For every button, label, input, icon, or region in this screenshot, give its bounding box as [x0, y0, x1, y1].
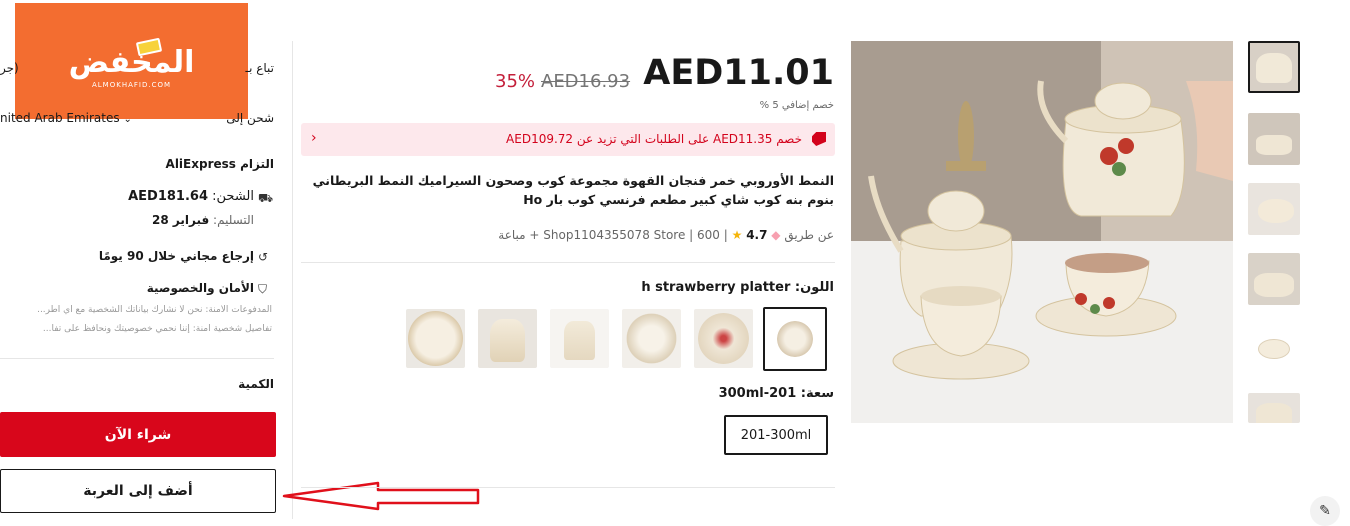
- teaset-illustration: [851, 41, 1233, 423]
- free-return: إرجاع مجاني خلال 90 يومًا: [98, 249, 254, 263]
- thumbnail-2[interactable]: [1248, 113, 1300, 165]
- sold-by-label: تباع بـ: [245, 61, 274, 75]
- panel-divider: [0, 358, 274, 359]
- thumbnail-5[interactable]: [1248, 323, 1300, 375]
- color-swatch-5[interactable]: [478, 309, 537, 368]
- truck-icon: ⛟: [258, 191, 274, 205]
- capacity-row: سعة: 201-300ml: [719, 386, 834, 401]
- thumbnail-3[interactable]: [1248, 183, 1300, 235]
- chevron-down-icon: ⌄: [123, 114, 132, 125]
- rating-value: 4.7: [746, 228, 768, 242]
- current-price: AED11.01: [643, 53, 834, 93]
- color-swatch-1[interactable]: [763, 307, 827, 371]
- thumbnail-6[interactable]: [1248, 393, 1300, 423]
- thumbnail-1[interactable]: [1248, 41, 1300, 93]
- color-row: اللون: h strawberry platter: [641, 280, 834, 295]
- color-swatch-2[interactable]: [694, 309, 753, 368]
- discount-percent: 35%: [495, 71, 536, 92]
- shield-icon: ⛉: [258, 282, 268, 296]
- sold-by-extra: (جر: [0, 61, 19, 75]
- ship-to-value: nited Arab Emirates: [0, 111, 120, 125]
- shipping-label: الشحن:: [212, 189, 254, 204]
- color-value: h strawberry platter: [641, 280, 791, 295]
- section-divider: [301, 262, 835, 263]
- sold-count: 600: [697, 228, 720, 242]
- security-line-1: المدفوعات الآمنة: نحن لا نشارك بياناتك ا…: [37, 305, 272, 315]
- edit-icon[interactable]: ✎: [1310, 496, 1340, 526]
- store-info: عن طريق ◆ Shop1104355078 Store | 600 | ★…: [498, 228, 834, 242]
- capacity-option[interactable]: 201-300ml: [724, 415, 828, 455]
- color-swatch-3[interactable]: [622, 309, 681, 368]
- delivery-row: التسليم: فبراير 28: [152, 213, 254, 227]
- red-arrow-annotation: [282, 481, 480, 511]
- store-name-link[interactable]: Shop1104355078 Store: [543, 228, 685, 242]
- star-icon: ★: [731, 228, 743, 242]
- security-title: الأمان والخصوصية: [146, 281, 254, 295]
- coupon-text: خصم AED11.35 على الطلبات التي تزيد عن AE…: [506, 132, 802, 146]
- capacity-label: سعة:: [800, 386, 834, 401]
- extra-discount: خصم إضافي 5 %: [759, 100, 834, 111]
- commitment-brand: AliExpress: [165, 157, 236, 171]
- delivery-value: فبراير 28: [152, 213, 210, 227]
- ship-to-selector[interactable]: nited Arab Emirates ⌄: [0, 111, 132, 125]
- commitment-row: التزام AliExpress: [166, 157, 274, 171]
- store-badge-icon: ◆: [771, 228, 781, 242]
- add-to-cart-button[interactable]: أضف إلى العربة: [0, 469, 276, 513]
- delivery-label: التسليم:: [213, 213, 254, 227]
- old-price: AED16.93: [541, 71, 631, 92]
- color-swatch-4[interactable]: [550, 309, 609, 368]
- ship-to-label: شحن إلى: [226, 111, 274, 125]
- store-prefix: عن طريق: [784, 228, 834, 242]
- product-title: النمط الأوروبي خمر فنجان القهوة مجموعة ك…: [312, 173, 834, 207]
- security-line-2: تفاصيل شخصية آمنة: إننا نحمي خصوصيتك ونح…: [42, 324, 272, 334]
- capacity-value: 201-300ml: [718, 386, 797, 401]
- color-swatch-6[interactable]: [406, 309, 465, 368]
- coupon-banner[interactable]: خصم AED11.35 على الطلبات التي تزيد عن AE…: [301, 123, 835, 156]
- thumbnail-4[interactable]: [1248, 253, 1300, 305]
- tag-icon: [812, 132, 826, 146]
- section-divider-2: [301, 487, 835, 488]
- chevron-right-icon: ›: [311, 130, 317, 146]
- shipping-value: AED181.64: [128, 189, 209, 204]
- return-icon: ↺: [258, 250, 269, 264]
- sales-suffix: + مباعة: [498, 228, 540, 242]
- main-product-image[interactable]: [851, 41, 1233, 423]
- quantity-label: الكمية: [238, 377, 274, 391]
- color-label: اللون:: [794, 280, 834, 295]
- commitment-label: التزام: [240, 157, 274, 171]
- shipping-row: الشحن: AED181.64: [128, 189, 254, 204]
- buy-now-button[interactable]: شراء الآن: [0, 412, 276, 457]
